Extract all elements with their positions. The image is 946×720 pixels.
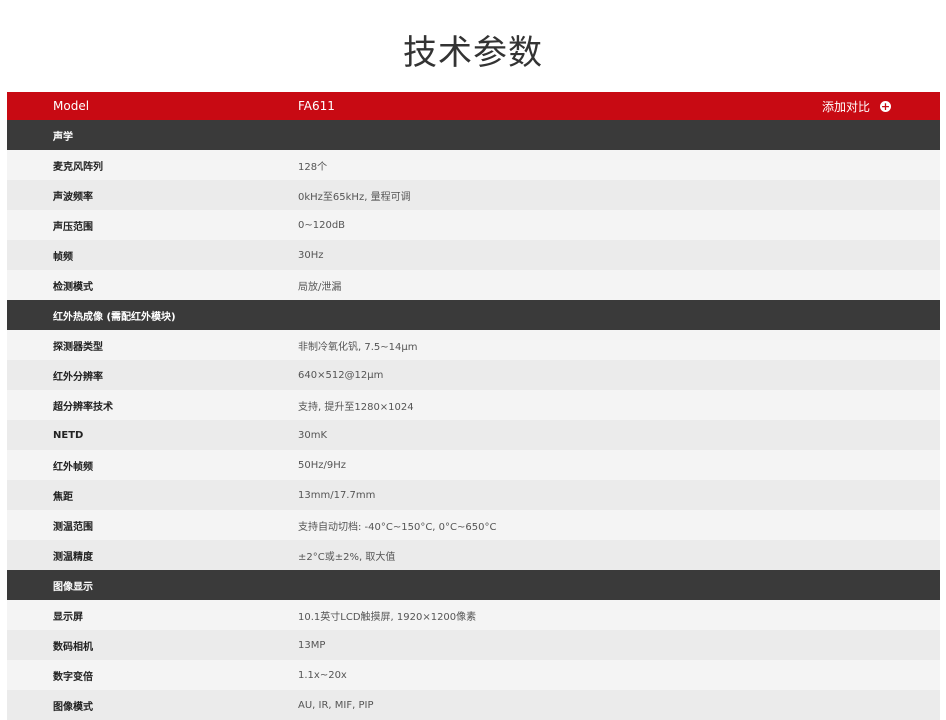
table-row: 图像模式 AU, IR, MIF, PIP	[7, 690, 940, 720]
table-row: 数码相机 13MP	[7, 630, 940, 660]
spec-key: 探测器类型	[53, 341, 103, 353]
spec-key: 声波频率	[53, 191, 93, 203]
spec-key: 红外帧频	[53, 461, 93, 473]
spec-key: 图像模式	[53, 701, 93, 713]
spec-table: Model FA611 添加对比 + 声学 麦克风阵列 128个 声波频率 0k…	[7, 92, 940, 720]
spec-value: 50Hz/9Hz	[298, 459, 346, 471]
section-header-infrared: 红外热成像 (需配红外模块)	[7, 300, 940, 330]
table-row: 数字变倍 1.1x~20x	[7, 660, 940, 690]
table-row: NETD 30mK	[7, 420, 940, 450]
section-title: 图像显示	[53, 581, 93, 593]
spec-value: 1.1x~20x	[298, 669, 347, 681]
table-header: Model FA611 添加对比 +	[7, 92, 940, 120]
add-compare-button[interactable]: 添加对比 +	[822, 98, 892, 115]
add-compare-label: 添加对比	[822, 99, 871, 114]
spec-value: 局放/泄漏	[298, 281, 342, 293]
table-row: 显示屏 10.1英寸LCD触摸屏, 1920×1200像素	[7, 600, 940, 630]
table-row: 焦距 13mm/17.7mm	[7, 480, 940, 510]
spec-value: 640×512@12μm	[298, 369, 384, 381]
table-row: 测温精度 ±2°C或±2%, 取大值	[7, 540, 940, 570]
spec-key: NETD	[53, 429, 84, 441]
table-row: 麦克风阵列 128个	[7, 150, 940, 180]
spec-value: 0kHz至65kHz, 量程可调	[298, 191, 411, 203]
spec-key: 帧频	[53, 251, 73, 263]
section-header-acoustic: 声学	[7, 120, 940, 150]
spec-key: 显示屏	[53, 611, 83, 623]
spec-key: 测温范围	[53, 521, 93, 533]
table-row: 帧频 30Hz	[7, 240, 940, 270]
spec-value: 支持, 提升至1280×1024	[298, 401, 414, 413]
spec-value: 13MP	[298, 639, 326, 651]
spec-key: 检测模式	[53, 281, 93, 293]
table-row: 声压范围 0~120dB	[7, 210, 940, 240]
table-row: 声波频率 0kHz至65kHz, 量程可调	[7, 180, 940, 210]
spec-value: 10.1英寸LCD触摸屏, 1920×1200像素	[298, 611, 477, 623]
spec-value: ±2°C或±2%, 取大值	[298, 551, 396, 563]
section-title: 声学	[53, 131, 73, 143]
spec-value: 非制冷氧化钒, 7.5~14μm	[298, 341, 418, 353]
spec-key: 麦克风阵列	[53, 161, 103, 173]
spec-value: 30Hz	[298, 249, 324, 261]
spec-value: 13mm/17.7mm	[298, 489, 376, 501]
table-row: 超分辨率技术 支持, 提升至1280×1024	[7, 390, 940, 420]
spec-value: 0~120dB	[298, 219, 346, 231]
table-row: 测温范围 支持自动切档: -40°C~150°C, 0°C~650°C	[7, 510, 940, 540]
spec-key: 数码相机	[53, 641, 93, 653]
table-row: 红外分辨率 640×512@12μm	[7, 360, 940, 390]
spec-key: 测温精度	[53, 551, 93, 563]
spec-value: AU, IR, MIF, PIP	[298, 699, 374, 711]
spec-key: 数字变倍	[53, 671, 93, 683]
spec-value: 支持自动切档: -40°C~150°C, 0°C~650°C	[298, 521, 497, 533]
section-header-display: 图像显示	[7, 570, 940, 600]
spec-value: 128个	[298, 161, 328, 173]
table-row: 检测模式 局放/泄漏	[7, 270, 940, 300]
table-row: 探测器类型 非制冷氧化钒, 7.5~14μm	[7, 330, 940, 360]
page-title: 技术参数	[403, 32, 543, 73]
spec-key: 声压范围	[53, 221, 93, 233]
spec-key: 红外分辨率	[53, 371, 103, 383]
spec-key: 超分辨率技术	[53, 401, 113, 413]
spec-value: 30mK	[298, 429, 328, 441]
plus-circle-icon[interactable]: +	[880, 100, 892, 112]
table-row: 红外帧频 50Hz/9Hz	[7, 450, 940, 480]
spec-key: 焦距	[53, 491, 73, 503]
section-title: 红外热成像 (需配红外模块)	[53, 311, 176, 323]
model-label: Model	[53, 99, 90, 113]
model-value: FA611	[298, 99, 335, 113]
